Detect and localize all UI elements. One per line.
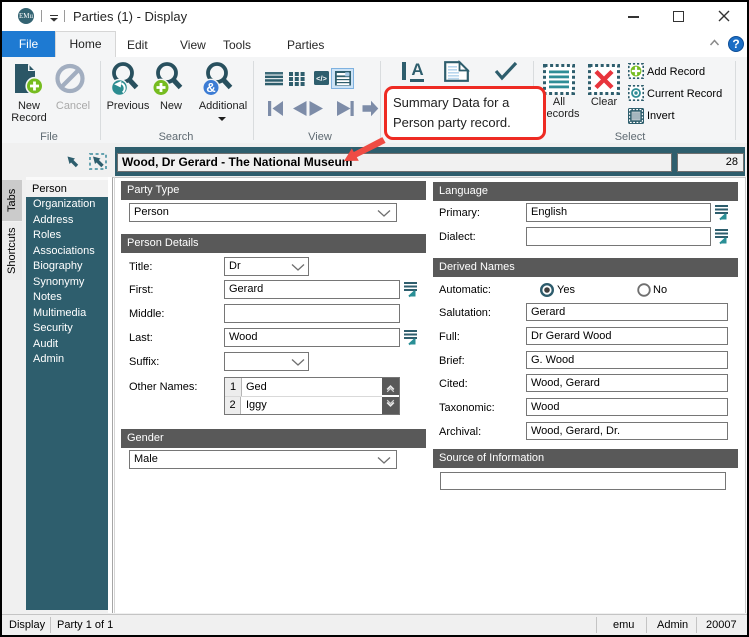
svg-text:</>: </> — [316, 74, 327, 83]
svg-text:&: & — [206, 80, 215, 95]
